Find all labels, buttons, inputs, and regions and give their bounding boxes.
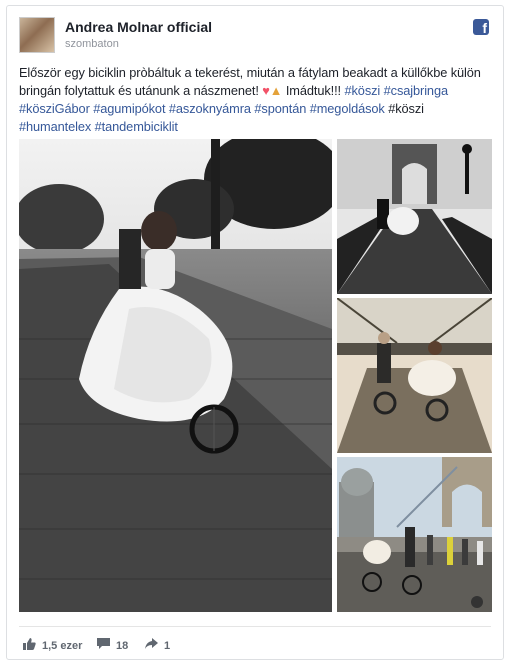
shares-count[interactable]: 1: [145, 638, 170, 653]
comments-count[interactable]: 18: [97, 638, 128, 653]
hashtag-link[interactable]: #aszoknyámra: [169, 101, 251, 116]
hashtag-link[interactable]: #csajbringa: [384, 83, 448, 98]
hashtag-link[interactable]: #megoldások: [310, 101, 385, 116]
comments-count-label: 18: [116, 639, 129, 652]
photo-bridge-cyclists[interactable]: [337, 298, 492, 453]
post-header: Andrea Molnar official szombaton f: [19, 17, 491, 57]
post-timestamp[interactable]: szombaton: [65, 38, 119, 50]
thumbs-up-icon: [23, 638, 42, 653]
author-avatar[interactable]: [19, 17, 55, 53]
post-card: Andrea Molnar official szombaton f Elősz…: [6, 5, 504, 660]
hashtag-plain: #köszi: [388, 101, 424, 116]
praying-hands-emoji-icon: ▲: [269, 83, 283, 98]
hashtag-link[interactable]: #humantelex: [19, 119, 91, 134]
photo-bridge-back[interactable]: [337, 139, 492, 294]
share-arrow-icon: [145, 638, 164, 653]
likes-count[interactable]: 1,5 ezer: [23, 638, 82, 653]
heart-emoji-icon: ♥: [262, 83, 270, 98]
post-body-text-2: Imádtuk!!!: [285, 83, 342, 98]
hashtag-link[interactable]: #tandembiciklit: [95, 119, 178, 134]
hashtag-link[interactable]: #agumipókot: [93, 101, 165, 116]
hashtag-link[interactable]: #spontán: [254, 101, 306, 116]
likes-count-label: 1,5 ezer: [42, 639, 83, 652]
hashtag-link[interactable]: #köszi: [344, 83, 380, 98]
author-name[interactable]: Andrea Molnar official: [65, 19, 212, 35]
photo-lion-group[interactable]: [337, 457, 492, 612]
photo-main-bride-cycling[interactable]: [19, 139, 332, 612]
facebook-icon[interactable]: f: [473, 19, 489, 35]
shares-count-label: 1: [164, 639, 171, 652]
post-text: Először egy biciklin pròbáltuk a tekerés…: [19, 64, 489, 136]
hashtag-link[interactable]: #kösziGábor: [19, 101, 90, 116]
speech-bubble-icon: [97, 638, 116, 653]
post-actions-bar: 1,5 ezer 18 1: [19, 626, 491, 655]
